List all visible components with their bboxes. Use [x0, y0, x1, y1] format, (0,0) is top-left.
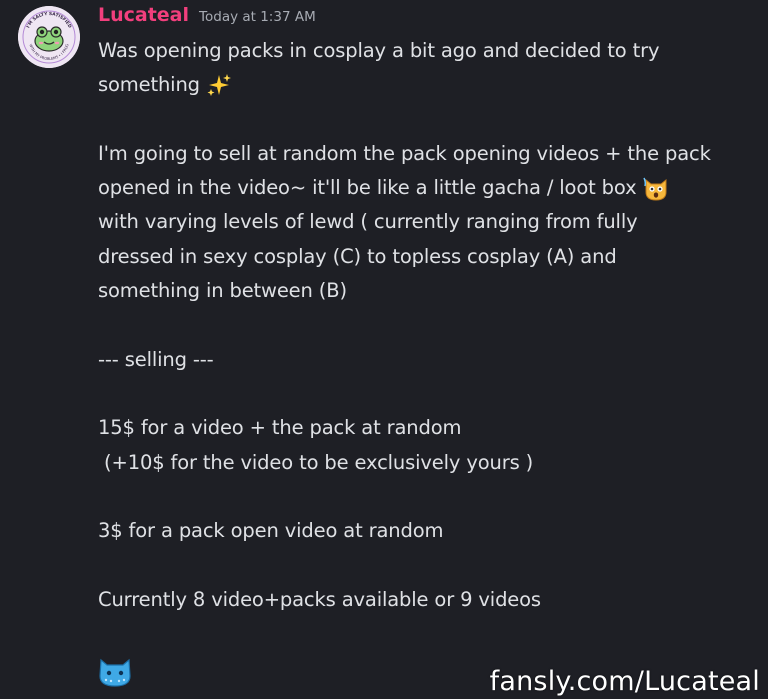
message-line: I'm going to sell at random the pack ope…	[98, 141, 711, 165]
message-line: something in between (B)	[98, 279, 347, 303]
username[interactable]: Lucateal	[98, 4, 189, 26]
frog-badge-icon: I'M SALTY SATISFIED WITH MY PROBLEMS • I…	[18, 6, 80, 68]
message-line	[98, 308, 758, 342]
scared-cat-icon	[642, 174, 670, 202]
message-line: dressed in sexy cosplay (C) to topless c…	[98, 244, 617, 268]
message-line: 3$ for a pack open video at random	[98, 519, 444, 543]
avatar[interactable]: I'M SALTY SATISFIED WITH MY PROBLEMS • I…	[18, 6, 80, 68]
sparkles-icon	[206, 72, 232, 98]
message-line: (+10$ for the video to be exclusively yo…	[98, 450, 534, 474]
blue-cat-blob-icon	[97, 652, 133, 692]
message-line	[98, 548, 758, 582]
message-line: Currently 8 video+packs available or 9 v…	[98, 587, 541, 611]
message-line: opened in the video~ it'll be like a lit…	[98, 171, 758, 205]
message-line: --- selling ---	[98, 347, 214, 371]
message-line	[98, 480, 758, 514]
message-line	[98, 377, 758, 411]
timestamp[interactable]: Today at 1:37 AM	[199, 9, 316, 25]
watermark: fansly.com/Lucateal	[489, 666, 760, 697]
message-line: Was opening packs in cosplay a bit ago a…	[98, 39, 660, 62]
message-line: something	[98, 68, 758, 102]
chat-message: I'M SALTY SATISFIED WITH MY PROBLEMS • I…	[0, 0, 768, 699]
message-header: Lucateal Today at 1:37 AM	[98, 4, 316, 34]
message-content: Was opening packs in cosplay a bit ago a…	[98, 34, 758, 617]
message-line	[98, 103, 758, 137]
message-line: 15$ for a video + the pack at random	[98, 416, 462, 440]
message-line: with varying levels of lewd ( currently …	[98, 210, 638, 234]
